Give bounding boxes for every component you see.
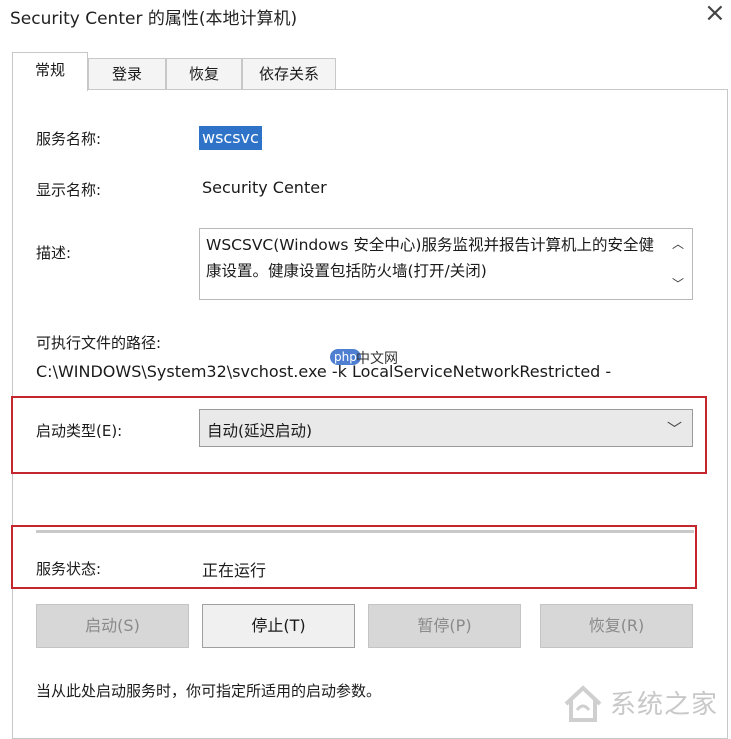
tab-logon[interactable]: 登录 [88, 58, 166, 90]
tab-general[interactable]: 常规 [12, 52, 88, 91]
start-parameters-hint: 当从此处启动服务时，你可指定所适用的启动参数。 [36, 682, 382, 700]
house-logo-icon [564, 685, 602, 722]
service-name-label: 服务名称: [36, 130, 102, 148]
site-watermark: 系统之家 [560, 680, 728, 728]
description-textbox[interactable]: WSCSVC(Windows 安全中心)服务监视并报告计算机上的安全健康设置。健… [199, 228, 693, 300]
resume-button[interactable]: 恢复(R) [540, 604, 693, 648]
close-icon[interactable]: × [704, 0, 726, 28]
display-name-value[interactable]: Security Center [202, 178, 327, 197]
site-watermark-text: 系统之家 [610, 690, 719, 720]
exe-path-label: 可执行文件的路径: [36, 334, 162, 352]
scroll-up-icon[interactable]: ︿ [672, 235, 684, 252]
start-button[interactable]: 启动(S) [36, 604, 189, 648]
description-text: WSCSVC(Windows 安全中心)服务监视并报告计算机上的安全健康设置。健… [206, 236, 654, 280]
service-status-label: 服务状态: [36, 560, 102, 578]
startup-type-select[interactable]: 自动(延迟启动) ﹀ [199, 409, 693, 447]
description-label: 描述: [36, 244, 72, 262]
tab-recovery[interactable]: 恢复 [166, 58, 242, 90]
stop-button[interactable]: 停止(T) [202, 604, 355, 648]
service-name-value[interactable]: wscsvc [199, 126, 262, 150]
service-status-annotation-box [11, 525, 697, 589]
startup-type-value: 自动(延迟启动) [207, 422, 313, 440]
service-status-value: 正在运行 [202, 561, 267, 580]
tab-strip: 常规 登录 恢复 依存关系 [12, 52, 336, 91]
php-watermark-text: 中文网 [356, 351, 398, 367]
pause-button[interactable]: 暂停(P) [368, 604, 521, 648]
display-name-label: 显示名称: [36, 181, 102, 199]
description-scrollbar[interactable]: ︿ ﹀ [666, 229, 692, 299]
window-title: Security Center 的属性(本地计算机) [10, 9, 298, 29]
scroll-down-icon[interactable]: ﹀ [672, 275, 684, 292]
startup-type-label: 启动类型(E): [36, 422, 123, 440]
chevron-down-icon: ﹀ [666, 420, 682, 438]
tab-dependencies[interactable]: 依存关系 [242, 58, 336, 90]
